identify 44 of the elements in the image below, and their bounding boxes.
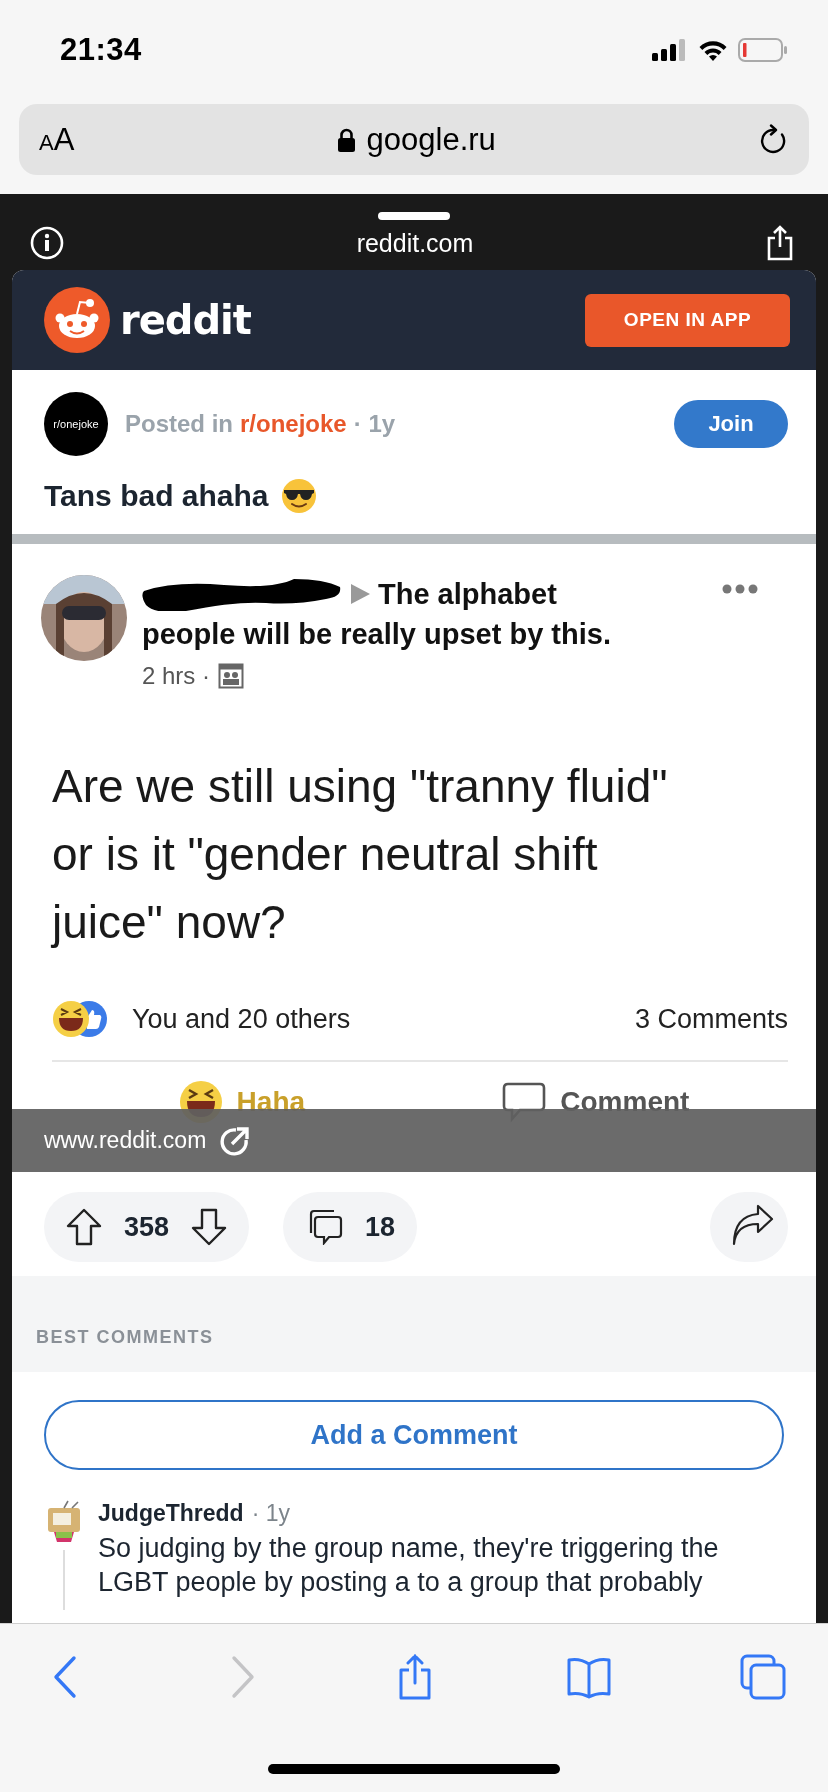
comment-text: So judging by the group name, they're triggering the LGBT people by posting a to a group that probably <box>98 1532 720 1599</box>
signal-icon <box>652 39 688 61</box>
external-link-icon[interactable] <box>220 1125 251 1156</box>
url-text: google.ru <box>366 121 496 158</box>
wifi-icon <box>698 39 728 61</box>
comment-author[interactable]: JudgeThredd <box>98 1500 244 1527</box>
info-icon[interactable] <box>30 226 64 260</box>
address-bar[interactable]: AA google.ru <box>19 104 809 175</box>
triangle-icon <box>348 582 372 606</box>
open-in-app-button[interactable]: OPEN IN APP <box>585 293 790 347</box>
link-preview-toast[interactable]: www.reddit.com <box>12 1109 816 1172</box>
comments-button[interactable]: 18 <box>283 1192 418 1262</box>
domain-text: reddit.com <box>356 228 474 258</box>
sunglasses-emoji-icon <box>280 478 317 514</box>
comments-count: 3 Comments <box>634 1003 788 1035</box>
battery-icon <box>738 38 788 62</box>
posted-in-label: Posted in <box>125 410 233 438</box>
post-body-text: Are we still using "tranny fluid" or is it "gender neutral shift juice" now? <box>52 759 669 950</box>
reddit-wordmark: reddit <box>120 297 251 343</box>
text-size-button[interactable]: AA <box>39 121 75 158</box>
sheet-handle[interactable] <box>378 212 450 220</box>
link-url: www.reddit.com <box>44 1127 207 1154</box>
tabs-icon[interactable] <box>740 1654 786 1700</box>
post-header-text: people will be really upset by this. <box>142 617 612 652</box>
comment-age: · 1y <box>251 1500 290 1527</box>
lock-icon <box>337 127 355 152</box>
more-icon[interactable] <box>722 584 758 594</box>
subreddit-avatar[interactable]: r/onejoke <box>44 392 108 456</box>
post-header-text: The alphabet <box>378 577 557 612</box>
add-comment-button[interactable]: Add a Comment <box>44 1400 784 1470</box>
downvote-icon[interactable] <box>191 1208 228 1246</box>
post-age: · 1y <box>353 410 396 438</box>
reactions-count: You and 20 others <box>132 1003 351 1035</box>
subreddit-link[interactable]: r/onejoke <box>240 410 347 438</box>
section-heading: BEST COMMENTS <box>36 1327 214 1348</box>
status-time: 21:34 <box>60 32 142 68</box>
group-icon <box>218 663 244 689</box>
post-time: 2 hrs · <box>142 662 210 690</box>
share-icon[interactable] <box>766 225 794 261</box>
join-button[interactable]: Join <box>674 400 788 448</box>
upvote-icon[interactable] <box>66 1208 102 1246</box>
vote-score: 358 <box>124 1211 170 1243</box>
post-title: Tans bad ahaha <box>44 479 269 513</box>
reddit-logo-icon[interactable] <box>44 287 110 353</box>
